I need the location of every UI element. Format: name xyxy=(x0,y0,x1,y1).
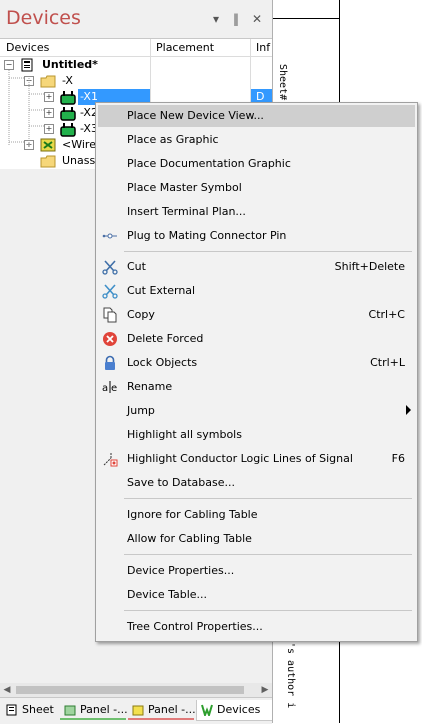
menu-item-rename[interactable]: a e Rename xyxy=(98,376,415,398)
column-info[interactable]: Inf xyxy=(256,41,270,54)
context-menu: Place New Device View... Place as Graphi… xyxy=(95,102,418,642)
column-devices[interactable]: Devices xyxy=(6,41,49,54)
menu-item-copy[interactable]: Copy Ctrl+C xyxy=(98,304,415,326)
menu-item-highlight-all-symbols[interactable]: Highlight all symbols xyxy=(98,424,415,446)
menu-item-place-documentation-graphic[interactable]: Place Documentation Graphic xyxy=(98,153,415,175)
menu-item-place-new-device-view[interactable]: Place New Device View... xyxy=(98,105,415,127)
menu-item-device-properties[interactable]: Device Properties... xyxy=(98,560,415,582)
svg-text:e: e xyxy=(111,383,117,394)
menu-item-cut[interactable]: Cut Shift+Delete xyxy=(98,256,415,278)
devices-icon xyxy=(201,704,213,716)
connector-icon xyxy=(60,123,76,137)
scissors-external-icon xyxy=(102,284,118,299)
close-icon[interactable]: ✕ xyxy=(252,12,262,26)
menu-separator xyxy=(124,610,412,611)
menu-item-delete-forced[interactable]: Delete Forced xyxy=(98,328,415,350)
horizontal-scrollbar[interactable]: ◀ ▶ xyxy=(0,683,272,697)
copy-icon xyxy=(103,307,117,323)
panel-empty-area xyxy=(0,169,96,680)
drawing-text: 's author i xyxy=(285,642,296,709)
menu-item-cut-external[interactable]: Cut External xyxy=(98,280,415,302)
tree-lines xyxy=(8,70,44,146)
tree-row-label: -X xyxy=(62,74,73,87)
menu-item-jump[interactable]: Jump xyxy=(98,400,415,422)
tab-label: Panel -... xyxy=(148,703,196,716)
panel-title: Devices xyxy=(6,7,81,29)
drawing-line xyxy=(273,18,339,19)
panel-icon xyxy=(64,705,76,716)
tree-row-label: Unassi xyxy=(62,154,99,167)
menu-item-highlight-conductor-logic-lines[interactable]: Highlight Conductor Logic Lines of Signa… xyxy=(98,448,415,470)
menu-item-save-to-database[interactable]: Save to Database... xyxy=(98,472,415,494)
drawing-text: Sheet# xyxy=(277,64,288,101)
menu-item-place-as-graphic[interactable]: Place as Graphic xyxy=(98,129,415,151)
scrollbar-thumb[interactable] xyxy=(16,686,244,694)
scissors-icon xyxy=(102,260,118,275)
tab-underline xyxy=(60,718,126,720)
menu-item-device-table[interactable]: Device Table... xyxy=(98,584,415,606)
tree-column-header: Devices Placement Inf xyxy=(0,39,272,57)
sheet-icon xyxy=(6,704,17,716)
menu-item-lock-objects[interactable]: Lock Objects Ctrl+L xyxy=(98,352,415,374)
tab-underline xyxy=(128,718,194,720)
tab-label: Panel -... xyxy=(80,703,128,716)
panel-dropdown-icon[interactable]: ▾ xyxy=(213,12,219,26)
menu-item-place-master-symbol[interactable]: Place Master Symbol xyxy=(98,177,415,199)
svg-text:a: a xyxy=(102,383,108,394)
tab-devices[interactable]: Devices xyxy=(196,700,280,721)
connector-icon xyxy=(60,91,76,105)
pin-icon[interactable]: ‖ xyxy=(233,12,239,26)
menu-item-tree-control-properties[interactable]: Tree Control Properties... xyxy=(98,616,415,638)
submenu-arrow-icon xyxy=(406,405,411,415)
scroll-right-icon[interactable]: ▶ xyxy=(258,683,272,697)
panel-tabs: Sheet Panel -... Panel -... Devices xyxy=(0,697,280,724)
panel-title-bar: Devices ▾ ‖ ✕ xyxy=(0,0,272,38)
menu-item-ignore-for-cabling-table[interactable]: Ignore for Cabling Table xyxy=(98,504,415,526)
lock-icon xyxy=(105,355,115,370)
connector-icon xyxy=(60,107,76,121)
menu-separator xyxy=(124,554,412,555)
column-placement[interactable]: Placement xyxy=(156,41,214,54)
menu-separator xyxy=(124,251,412,252)
plug-icon xyxy=(102,233,117,239)
rename-icon: a e xyxy=(102,381,117,394)
menu-item-insert-terminal-plan[interactable]: Insert Terminal Plan... xyxy=(98,201,415,223)
menu-item-plug-to-mating-connector-pin[interactable]: Plug to Mating Connector Pin xyxy=(98,225,415,247)
panel-yellow-icon xyxy=(132,705,144,716)
delete-icon xyxy=(103,332,117,346)
tab-label: Devices xyxy=(217,703,261,716)
scroll-left-icon[interactable]: ◀ xyxy=(0,683,14,697)
menu-separator xyxy=(124,498,412,499)
tab-label: Sheet xyxy=(22,703,54,716)
menu-item-allow-for-cabling-table[interactable]: Allow for Cabling Table xyxy=(98,528,415,550)
highlight-icon xyxy=(103,453,118,467)
